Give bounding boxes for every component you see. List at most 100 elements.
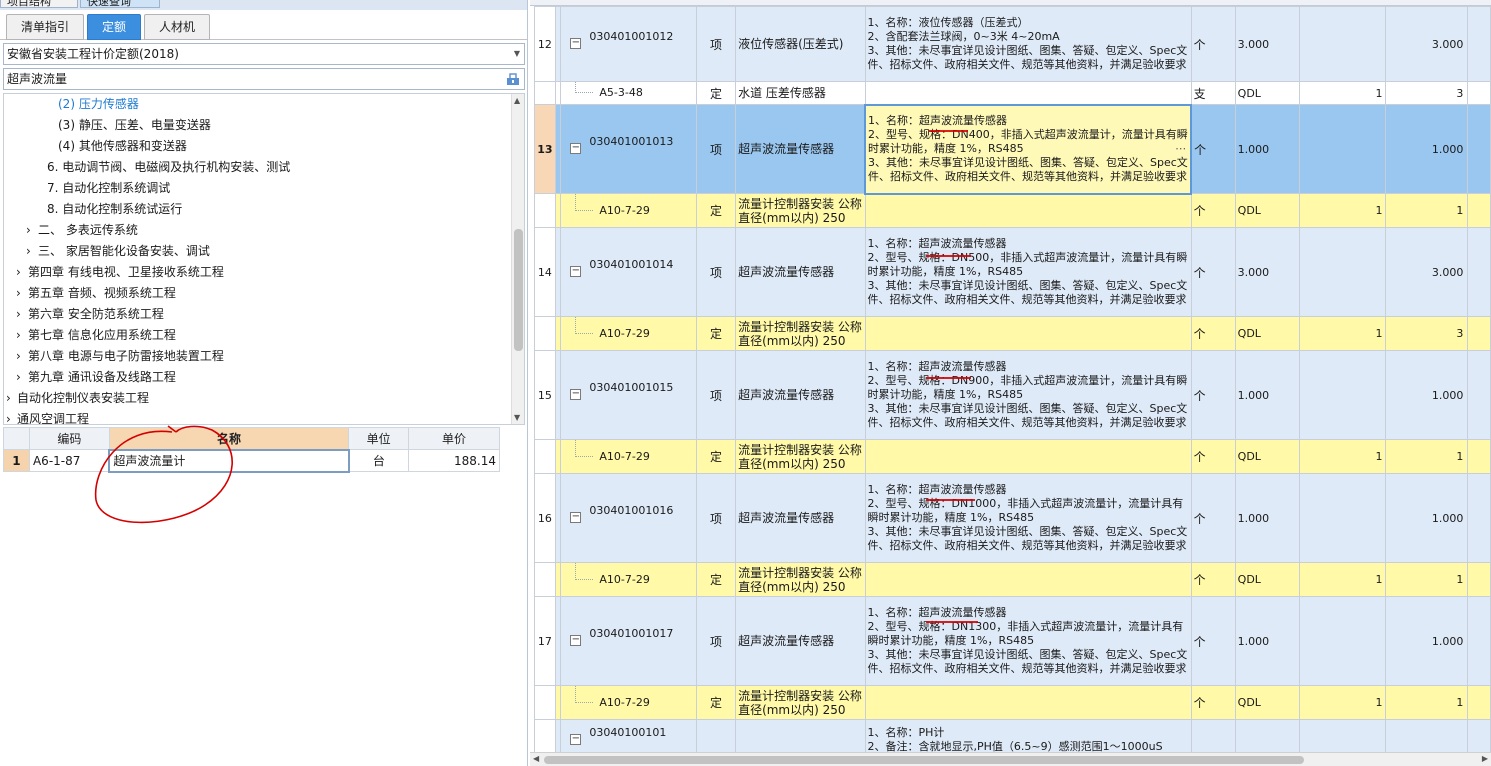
bill-name[interactable]: 超声波流量传感器 (735, 104, 866, 194)
row-number[interactable] (534, 685, 556, 720)
chevron-right-icon[interactable]: › (26, 241, 31, 261)
tree-item[interactable]: 通风空调工程 (17, 409, 89, 424)
tab-bill-guide[interactable]: 清单指引 (6, 14, 84, 40)
minus-icon[interactable]: − (570, 512, 582, 523)
bill-category[interactable]: 项 (695, 227, 737, 317)
search-icon[interactable] (506, 72, 520, 86)
bill-unit[interactable]: 个 (1190, 193, 1236, 228)
row-number[interactable] (534, 316, 556, 351)
bill-total-quantity[interactable]: 1.000 (1384, 473, 1469, 563)
bill-code[interactable]: A10-7-29 (560, 316, 697, 351)
bill-description[interactable]: 1、名称：超声波流量传感器 2、型号、规格：DN500，非插入式超声波流量计，流量… (864, 227, 1192, 317)
bill-name[interactable]: 流量计控制器安装 公称直径(mm以内) 250 (735, 316, 866, 351)
bill-description[interactable]: 1、名称：超声波流量传感器 2、型号、规格：DN900，非插入式超声波流量计，流量… (864, 350, 1192, 440)
bill-item-row[interactable]: 14−030401001014 项超声波流量传感器 1、名称：超声波流量传感器 2、型… (534, 227, 1491, 317)
quota-row[interactable]: A10-7-29 定流量计控制器安装 公称直径(mm以内) 250 个 QDL 1 1 (534, 562, 1491, 597)
bill-quantity-expr[interactable]: 3.000 (1234, 6, 1300, 82)
row-number[interactable]: 12 (534, 6, 556, 82)
bill-quantity[interactable] (1298, 227, 1386, 317)
tree-item[interactable]: 8. 自动化控制系统试运行 (47, 199, 182, 219)
scroll-down-icon[interactable]: ▼ (514, 413, 520, 422)
bill-quantity[interactable]: 1 (1298, 562, 1386, 597)
bill-unit[interactable]: 支 (1190, 81, 1236, 105)
tree-item[interactable]: 6. 电动调节阀、电磁阀及执行机构安装、测试 (47, 157, 290, 177)
row-number[interactable] (534, 439, 556, 474)
bill-description[interactable]: 1、名称：超声波流量传感器 2、型号、规格：DN1300，非插入式超声波流量计，流… (864, 596, 1192, 686)
bill-item-row[interactable]: 16−030401001016 项超声波流量传感器 1、名称：超声波流量传感器 2、型… (534, 473, 1491, 563)
tab-quota[interactable]: 定额 (87, 14, 141, 40)
tree-item[interactable]: (3) 静压、压差、电量变送器 (58, 115, 211, 135)
bill-description[interactable] (864, 193, 1192, 228)
header-unit[interactable]: 单位 (348, 427, 410, 450)
tree-item[interactable]: 第八章 电源与电子防雷接地装置工程 (28, 346, 224, 366)
scroll-up-icon[interactable]: ▲ (514, 96, 520, 105)
bill-unit[interactable]: 个 (1190, 596, 1236, 686)
bill-unit[interactable]: 个 (1190, 685, 1236, 720)
tab-project-structure[interactable]: 项目结构 (0, 0, 78, 8)
bill-total-quantity[interactable]: 1.000 (1384, 104, 1469, 194)
chevron-right-icon[interactable]: › (16, 346, 21, 366)
bill-category[interactable]: 定 (695, 562, 737, 597)
bill-total-quantity[interactable]: 3 (1384, 316, 1469, 351)
bill-code[interactable]: A10-7-29 (560, 685, 697, 720)
minus-icon[interactable]: − (570, 143, 582, 154)
row-number[interactable]: 14 (534, 227, 556, 317)
tree-item[interactable]: (2) 压力传感器 (58, 94, 139, 114)
tree-item[interactable]: 第九章 通讯设备及线路工程 (28, 367, 176, 387)
bill-quantity-expr[interactable]: QDL (1234, 193, 1300, 228)
bill-category[interactable]: 定 (695, 316, 737, 351)
bill-category[interactable]: 项 (695, 104, 737, 194)
bill-quantity-expr[interactable]: QDL (1234, 562, 1300, 597)
bill-unit[interactable]: 个 (1190, 316, 1236, 351)
bill-quantity-expr[interactable]: 1.000 (1234, 596, 1300, 686)
bill-name[interactable]: 流量计控制器安装 公称直径(mm以内) 250 (735, 562, 866, 597)
tree-item[interactable]: 二、 多表远传系统 (38, 220, 138, 240)
bill-name[interactable]: 超声波流量传感器 (735, 473, 866, 563)
bill-description[interactable] (864, 316, 1192, 351)
bill-name[interactable]: 流量计控制器安装 公称直径(mm以内) 250 (735, 193, 866, 228)
bill-name[interactable]: 流量计控制器安装 公称直径(mm以内) 250 (735, 685, 866, 720)
tab-labor-material-machine[interactable]: 人材机 (144, 14, 210, 40)
bill-quantity-expr[interactable]: QDL (1234, 685, 1300, 720)
bill-quantity[interactable]: 1 (1298, 81, 1386, 105)
bill-unit[interactable]: 个 (1190, 439, 1236, 474)
bill-item-row[interactable]: 12−030401001012 项液位传感器(压差式) 1、名称：液位传感器（压差式… (534, 6, 1491, 82)
bill-quantity[interactable]: 1 (1298, 685, 1386, 720)
bill-quantity[interactable] (1298, 473, 1386, 563)
bill-code[interactable]: −030401001015 (560, 350, 697, 440)
chevron-right-icon[interactable]: › (16, 367, 21, 387)
chevron-right-icon[interactable]: › (16, 304, 21, 324)
bill-code[interactable]: −030401001017 (560, 596, 697, 686)
chevron-right-icon[interactable]: › (6, 388, 11, 408)
row-number[interactable]: 17 (534, 596, 556, 686)
bill-code[interactable]: −030401001012 (560, 6, 697, 82)
minus-icon[interactable]: − (570, 38, 582, 49)
row-number[interactable] (534, 562, 556, 597)
row-number[interactable] (534, 193, 556, 228)
header-name[interactable]: 名称 (108, 427, 350, 450)
quota-row[interactable]: A10-7-29 定流量计控制器安装 公称直径(mm以内) 250 个 QDL 1 1 (534, 439, 1491, 474)
bill-name[interactable]: 超声波流量传感器 (735, 227, 866, 317)
tree-item[interactable]: 第四章 有线电视、卫星接收系统工程 (28, 262, 224, 282)
bill-description[interactable] (864, 562, 1192, 597)
quota-row[interactable]: A5-3-48 定水道 压差传感器 支 QDL 1 3 (534, 81, 1491, 105)
bill-unit[interactable]: 个 (1190, 104, 1236, 194)
scroll-left-icon[interactable]: ◀ (533, 754, 539, 763)
bill-category[interactable]: 定 (695, 685, 737, 720)
bill-unit[interactable]: 个 (1190, 6, 1236, 82)
bill-total-quantity[interactable]: 3.000 (1384, 227, 1469, 317)
quota-row[interactable]: A10-7-29 定流量计控制器安装 公称直径(mm以内) 250 个 QDL 1 1 (534, 193, 1491, 228)
bill-total-quantity[interactable]: 3 (1384, 81, 1469, 105)
header-code[interactable]: 编码 (28, 427, 110, 450)
bill-description[interactable] (864, 439, 1192, 474)
minus-icon[interactable]: − (570, 733, 582, 745)
bill-item-row[interactable]: 17−030401001017 项超声波流量传感器 1、名称：超声波流量传感器 2、型… (534, 596, 1491, 686)
bill-category[interactable]: 项 (695, 473, 737, 563)
bill-total-quantity[interactable]: 1 (1384, 685, 1469, 720)
table-row[interactable]: 1 A6-1-87 超声波流量计 台 188.14 (3, 448, 500, 473)
bill-total-quantity[interactable]: 1.000 (1384, 350, 1469, 440)
row-number[interactable] (534, 81, 556, 105)
row-number[interactable]: 15 (534, 350, 556, 440)
bill-unit[interactable]: 个 (1190, 227, 1236, 317)
chevron-right-icon[interactable]: › (16, 283, 21, 303)
